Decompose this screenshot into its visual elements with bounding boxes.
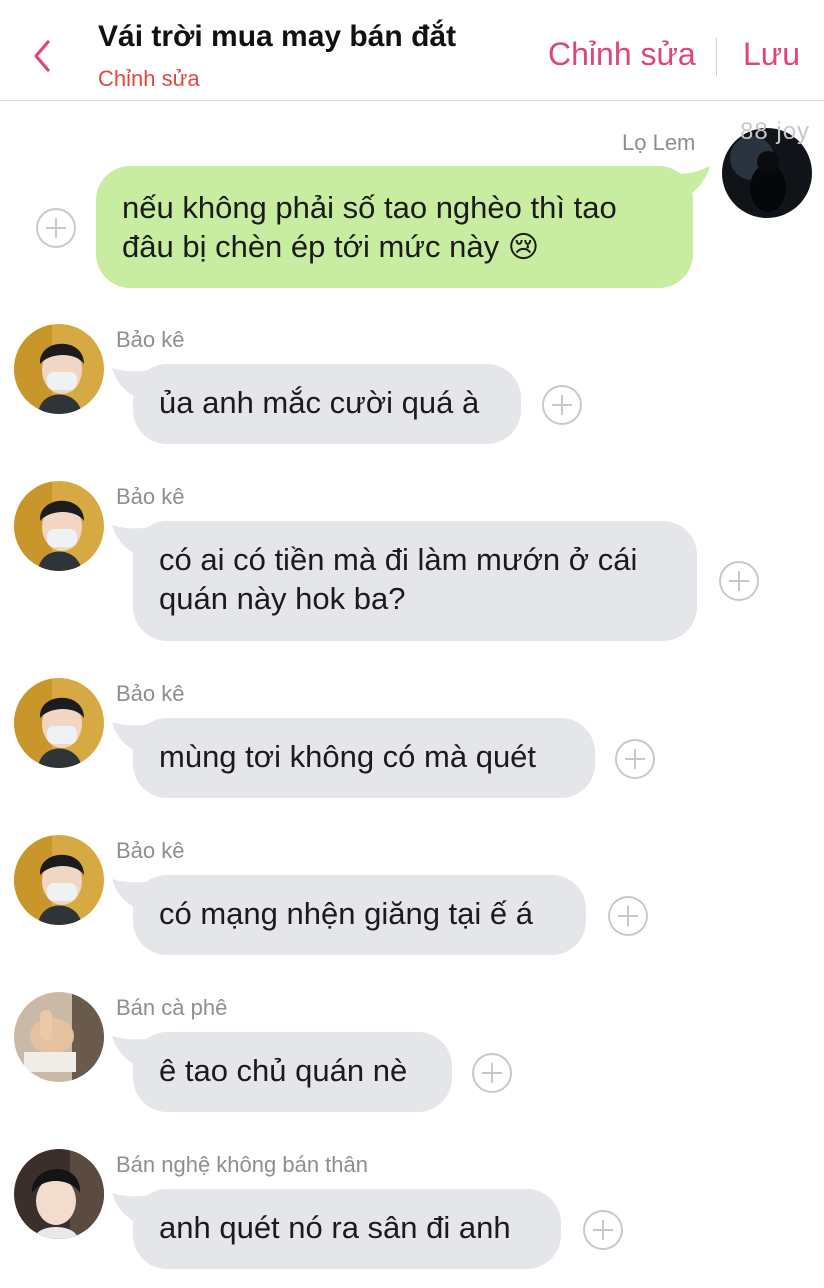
sender-name: Bảo kê xyxy=(116,838,185,863)
message-bubble-incoming[interactable]: anh quét nó ra sân đi anh xyxy=(133,1189,561,1269)
add-reaction-icon[interactable] xyxy=(583,1210,623,1250)
message-text: ê tao chủ quán nè xyxy=(159,1053,408,1088)
add-reaction-icon[interactable] xyxy=(719,561,759,601)
add-reaction-icon[interactable] xyxy=(608,896,648,936)
avatar-overlay-text: 88 joy xyxy=(740,118,811,145)
message-text: có mạng nhện giăng tại ế á xyxy=(159,896,533,931)
message-text: có ai có tiền mà đi làm mướn ở cái quán … xyxy=(159,542,638,616)
sender-name: Bảo kê xyxy=(116,327,185,352)
add-reaction-icon[interactable] xyxy=(542,385,582,425)
add-reaction-icon[interactable] xyxy=(615,739,655,779)
conversation-subtitle: Chỉnh sửa xyxy=(98,66,200,91)
message-bubble-incoming[interactable]: ê tao chủ quán nè xyxy=(133,1032,452,1112)
avatar-bao-ke[interactable] xyxy=(14,481,104,571)
avatar-ban-nghe[interactable] xyxy=(14,1149,104,1239)
save-button[interactable]: Lưu xyxy=(743,36,800,73)
message-bubble-outgoing[interactable]: nếu không phải số tao nghèo thì tao đâu … xyxy=(96,166,693,288)
message-bubble-incoming[interactable]: ủa anh mắc cười quá à xyxy=(133,364,521,444)
message-text: nếu không phải số tao nghèo thì tao đâu … xyxy=(122,190,617,264)
back-chevron-icon[interactable] xyxy=(28,36,58,76)
add-reaction-icon[interactable] xyxy=(472,1053,512,1093)
sender-name: Bán nghệ không bán thân xyxy=(116,1152,369,1177)
avatar-ban-ca-phe[interactable] xyxy=(14,992,104,1082)
message-text: mùng tơi không có mà quét xyxy=(159,739,537,774)
message-bubble-incoming[interactable]: mùng tơi không có mà quét xyxy=(133,718,595,798)
message-text: ủa anh mắc cười quá à xyxy=(159,385,480,420)
header-divider xyxy=(716,38,717,76)
chat-header: Vái trời mua may bán đắt Chỉnh sửa Chỉnh… xyxy=(0,0,824,101)
message-bubble-incoming[interactable]: có ai có tiền mà đi làm mướn ở cái quán … xyxy=(133,521,697,641)
crying-face-emoji: 😢 xyxy=(507,231,540,264)
edit-button[interactable]: Chỉnh sửa xyxy=(548,36,696,73)
message-bubble-incoming[interactable]: có mạng nhện giăng tại ế á xyxy=(133,875,586,955)
sender-name: Lọ Lem xyxy=(622,130,696,155)
sender-name: Bảo kê xyxy=(116,484,185,509)
avatar-bao-ke[interactable] xyxy=(14,324,104,414)
add-reaction-icon[interactable] xyxy=(36,208,76,248)
conversation-title: Vái trời mua may bán đắt xyxy=(98,20,457,53)
avatar-bao-ke[interactable] xyxy=(14,678,104,768)
sender-name: Bán cà phê xyxy=(116,995,228,1020)
message-text: anh quét nó ra sân đi anh xyxy=(159,1210,511,1245)
avatar-bao-ke[interactable] xyxy=(14,835,104,925)
sender-name: Bảo kê xyxy=(116,681,185,706)
